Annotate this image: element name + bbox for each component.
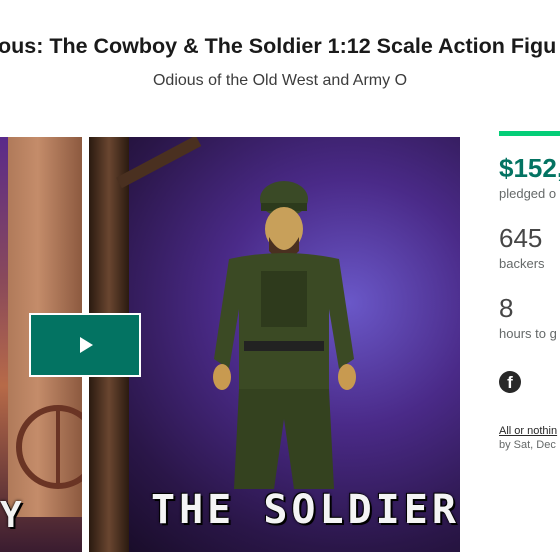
- backers-label: backers: [499, 256, 545, 271]
- hours-count: 8: [499, 293, 514, 323]
- deadline-text: by Sat, Dec: [499, 439, 556, 451]
- facebook-icon[interactable]: f: [499, 371, 521, 393]
- backers-count: 645: [499, 223, 543, 253]
- play-icon: [80, 337, 93, 353]
- funding-stats: $152, pledged o 645 backers 8 hours to g…: [499, 131, 560, 451]
- hours-label: hours to g: [499, 326, 557, 341]
- pledged-label: pledged o: [499, 186, 557, 201]
- project-subtitle: Odious of the Old West and Army O: [152, 72, 408, 89]
- project-media: Y THE SOLDIER: [0, 137, 460, 552]
- play-video-button[interactable]: [29, 313, 141, 377]
- cowboy-caption: Y: [0, 495, 24, 536]
- all-or-nothing-link[interactable]: All or nothin: [499, 425, 560, 437]
- soldier-image: THE SOLDIER: [89, 137, 460, 552]
- project-title: ious: The Cowboy & The Soldier 1:12 Scal…: [0, 34, 557, 58]
- soldier-caption: THE SOLDIER: [151, 487, 460, 533]
- pledged-amount: $152,: [499, 153, 560, 183]
- funding-progress-bar: [499, 131, 560, 136]
- soldier-figure: [213, 181, 356, 489]
